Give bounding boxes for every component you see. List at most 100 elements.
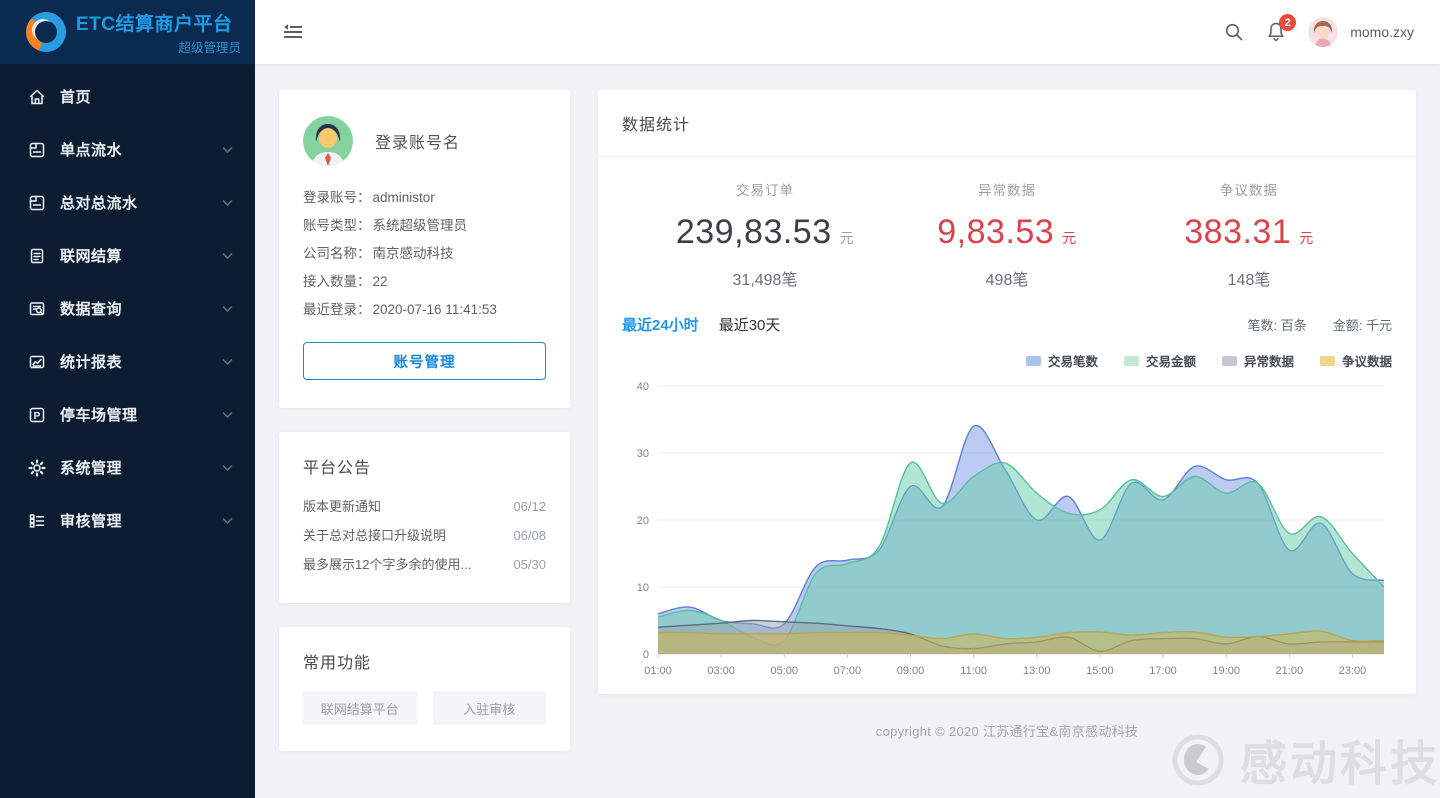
account-manage-button[interactable]: 账号管理 (303, 342, 546, 380)
notifications-bell-icon[interactable]: 2 (1266, 21, 1286, 43)
stat-count: 148笔 (1128, 266, 1370, 290)
account-display-name: 登录账号名 (375, 129, 460, 153)
sidebar-item-network-settlement[interactable]: 联网结算 (0, 229, 255, 282)
left-column: 登录账号名 登录账号：administor 账号类型：系统超级管理员 公司名称：… (279, 90, 570, 751)
account-field: 账号类型：系统超级管理员 (303, 212, 546, 240)
sidebar-item-system-management[interactable]: 系统管理 (0, 441, 255, 494)
range-tabs: 最近24小时 最近30天 (622, 314, 780, 335)
stat-unit: 元 (1299, 230, 1314, 246)
user-avatar[interactable] (1308, 17, 1338, 47)
document-icon (28, 247, 46, 265)
brand-logo-icon (26, 12, 66, 52)
svg-text:20: 20 (637, 515, 649, 527)
svg-text:10: 10 (637, 582, 649, 594)
network-settlement-platform-button[interactable]: 联网结算平台 (303, 691, 417, 725)
stat-unit: 元 (1062, 230, 1077, 246)
brand-text: ETC结算商户平台 超级管理员 (76, 9, 241, 56)
svg-text:21:00: 21:00 (1276, 665, 1304, 677)
announcement-item[interactable]: 最多展示12个字多余的使用...05/30 (303, 550, 546, 579)
chevron-down-icon (222, 252, 233, 260)
sidebar: ETC结算商户平台 超级管理员 首页 单点流水 总对总流水 联网结算 数据查询 (0, 0, 255, 798)
chevron-down-icon (222, 464, 233, 472)
sidebar-item-data-query[interactable]: 数据查询 (0, 282, 255, 335)
brand[interactable]: ETC结算商户平台 超级管理员 (0, 0, 255, 64)
sidebar-item-label: 联网结算 (60, 245, 222, 266)
app-title: ETC结算商户平台 (76, 9, 241, 36)
sidebar-item-audit-management[interactable]: 审核管理 (0, 494, 255, 547)
sidebar-item-statistics-report[interactable]: 统计报表 (0, 335, 255, 388)
sidebar-item-single-flow[interactable]: 单点流水 (0, 123, 255, 176)
account-field: 登录账号：administor (303, 184, 546, 212)
sidebar-item-label: 单点流水 (60, 139, 222, 160)
main-content: 登录账号名 登录账号：administor 账号类型：系统超级管理员 公司名称：… (255, 64, 1440, 798)
receipt-icon (28, 141, 46, 159)
svg-text:07:00: 07:00 (834, 665, 862, 677)
stat-count: 498笔 (886, 266, 1128, 290)
sidebar-item-home[interactable]: 首页 (0, 70, 255, 123)
svg-text:11:00: 11:00 (960, 665, 987, 677)
svg-text:23:00: 23:00 (1339, 665, 1367, 677)
svg-text:09:00: 09:00 (897, 665, 925, 677)
sidebar-menu: 首页 单点流水 总对总流水 联网结算 数据查询 统计报表 P (0, 64, 255, 547)
stat-value: 383.31 (1184, 213, 1291, 251)
tab-last-24h[interactable]: 最近24小时 (622, 314, 699, 335)
search-icon[interactable] (1224, 22, 1244, 42)
svg-text:17:00: 17:00 (1149, 665, 1177, 677)
quick-actions-card: 常用功能 联网结算平台 入驻审核 (279, 627, 570, 751)
stat-abnormal-data: 异常数据 9,83.53元 498笔 (886, 179, 1128, 290)
data-statistics-title: 数据统计 (622, 111, 1392, 135)
announcements-card: 平台公告 版本更新通知06/12 关于总对总接口升级说明06/08 最多展示12… (279, 432, 570, 603)
svg-text:40: 40 (637, 381, 649, 393)
username[interactable]: momo.zxy (1350, 24, 1414, 40)
stats-row: 交易订单 239,83.53元 31,498笔 异常数据 9,83.53元 49… (598, 157, 1416, 290)
svg-text:05:00: 05:00 (770, 665, 798, 677)
chevron-down-icon (222, 146, 233, 154)
app-subtitle: 超级管理员 (76, 37, 241, 56)
svg-text:P: P (34, 411, 41, 422)
chart-report-icon (28, 353, 46, 371)
sidebar-item-label: 审核管理 (60, 510, 222, 531)
announcement-item[interactable]: 版本更新通知06/12 (303, 492, 546, 521)
legend-dispute-data[interactable]: 争议数据 (1320, 351, 1392, 370)
sidebar-item-label: 停车场管理 (60, 404, 222, 425)
stat-count: 31,498笔 (644, 266, 886, 290)
footer-copyright: copyright © 2020 江苏通行宝&南京感动科技 (598, 694, 1416, 740)
chevron-down-icon (222, 517, 233, 525)
quick-actions-title: 常用功能 (303, 649, 546, 673)
right-column: 数据统计 交易订单 239,83.53元 31,498笔 异常数据 9,83.5… (598, 90, 1416, 740)
legend-abnormal-data[interactable]: 异常数据 (1222, 351, 1294, 370)
account-avatar (303, 116, 353, 166)
chevron-down-icon (222, 358, 233, 366)
search-document-icon (28, 300, 46, 318)
data-statistics-card: 数据统计 交易订单 239,83.53元 31,498笔 异常数据 9,83.5… (598, 90, 1416, 694)
sidebar-item-label: 总对总流水 (60, 192, 222, 213)
svg-text:13:00: 13:00 (1023, 665, 1051, 677)
sidebar-item-label: 数据查询 (60, 298, 222, 319)
receipt-icon (28, 194, 46, 212)
topbar: 2 momo.zxy (255, 0, 1440, 64)
chevron-down-icon (222, 199, 233, 207)
account-field: 公司名称：南京感动科技 (303, 240, 546, 268)
stat-transaction-orders: 交易订单 239,83.53元 31,498笔 (644, 179, 886, 290)
sidebar-collapse-icon[interactable] (283, 23, 303, 41)
gear-icon (28, 459, 46, 477)
chevron-down-icon (222, 305, 233, 313)
legend-transaction-count[interactable]: 交易笔数 (1026, 351, 1098, 370)
svg-text:01:00: 01:00 (644, 665, 672, 677)
announcement-item[interactable]: 关于总对总接口升级说明06/08 (303, 521, 546, 550)
sidebar-item-parking-management[interactable]: P 停车场管理 (0, 388, 255, 441)
onboarding-audit-button[interactable]: 入驻审核 (433, 691, 547, 725)
notification-badge: 2 (1279, 14, 1296, 31)
sidebar-item-total-flow[interactable]: 总对总流水 (0, 176, 255, 229)
home-icon (28, 88, 46, 106)
chart-unit-notes: 笔数: 百条 金额: 千元 (1248, 315, 1392, 334)
svg-text:0: 0 (643, 649, 649, 661)
svg-text:30: 30 (637, 448, 649, 460)
area-chart: 01020304001:0003:0005:0007:0009:0011:001… (598, 370, 1416, 694)
tab-last-30d[interactable]: 最近30天 (719, 314, 781, 335)
sidebar-item-label: 统计报表 (60, 351, 222, 372)
legend-transaction-amount[interactable]: 交易金额 (1124, 351, 1196, 370)
stat-dispute-data: 争议数据 383.31元 148笔 (1128, 179, 1370, 290)
svg-text:15:00: 15:00 (1086, 665, 1114, 677)
sidebar-item-label: 首页 (60, 86, 233, 107)
